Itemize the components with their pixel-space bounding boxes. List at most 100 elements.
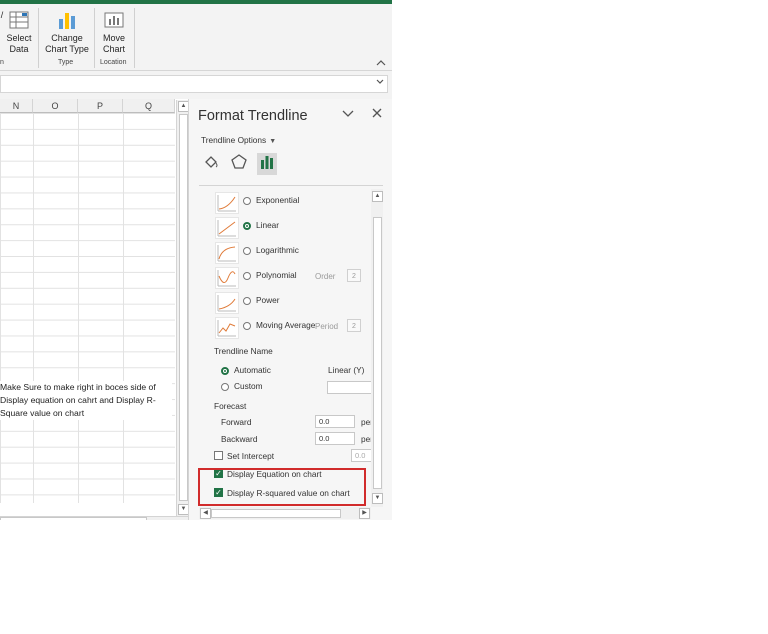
excel-window: / Select Data n Change Chart Type Type M… <box>0 0 392 520</box>
radio-name-automatic[interactable] <box>221 367 229 375</box>
trendline-type-power[interactable]: Power <box>199 292 373 314</box>
backward-input[interactable]: 0.0 <box>315 432 355 445</box>
effects-tab-icon[interactable] <box>229 153 249 175</box>
trendline-type-exponential[interactable]: Exponential <box>199 192 373 214</box>
formula-input[interactable] <box>0 75 388 93</box>
chevron-down-icon[interactable] <box>342 107 354 121</box>
radio-moving-average[interactable] <box>243 322 251 330</box>
backward-label: Backward <box>221 434 258 444</box>
location-group-label: Location <box>100 59 127 66</box>
collapse-ribbon-icon[interactable] <box>376 58 386 68</box>
scrollbar-thumb[interactable] <box>179 114 188 501</box>
radio-name-custom[interactable] <box>221 383 229 391</box>
order-spinner[interactable]: 2 <box>347 269 361 282</box>
set-intercept-checkbox[interactable] <box>214 451 223 460</box>
data-group-label-cut: n <box>0 59 4 66</box>
note-line: Square value on chart <box>0 408 85 418</box>
select-data-label-2: Data <box>9 44 29 54</box>
label-power: Power <box>256 295 280 305</box>
period-spinner[interactable]: 2 <box>347 319 361 332</box>
move-chart-icon <box>103 10 125 30</box>
select-data-button[interactable]: Select Data <box>4 10 34 55</box>
highlight-box <box>198 468 366 506</box>
sheet-horizontal-scrollbar[interactable] <box>0 516 188 520</box>
trendline-options-tab-icon[interactable] <box>257 153 277 175</box>
change-chart-type-label-2: Chart Type <box>45 44 89 54</box>
trendline-name-heading: Trendline Name <box>214 346 273 356</box>
intercept-input[interactable]: 0.0 <box>351 449 373 462</box>
column-header-q[interactable]: Q <box>123 99 175 113</box>
radio-polynomial[interactable] <box>243 272 251 280</box>
set-intercept-label: Set Intercept <box>227 451 275 461</box>
custom-label: Custom <box>234 381 263 391</box>
scroll-right-arrow-icon[interactable]: ▶ <box>359 508 370 519</box>
logarithmic-icon <box>215 242 239 264</box>
grid-line <box>123 113 124 503</box>
grid-line <box>33 113 34 503</box>
label-moving-average: Moving Average <box>256 320 316 330</box>
order-label: Order <box>315 272 336 281</box>
trendline-type-logarithmic[interactable]: Logarithmic <box>199 242 373 264</box>
linear-icon <box>215 217 239 239</box>
select-data-label-1: Select <box>6 33 32 43</box>
pane-tab-strip <box>201 153 381 177</box>
trendline-type-linear[interactable]: Linear <box>199 217 373 239</box>
scroll-up-arrow-icon[interactable]: ▲ <box>372 191 383 202</box>
instruction-note: Make Sure to make right in boces side of… <box>0 381 172 420</box>
pane-vertical-scrollbar[interactable]: ▲ ▼ <box>371 189 383 507</box>
custom-name-input[interactable] <box>327 381 373 394</box>
radio-linear[interactable] <box>243 222 251 230</box>
close-icon[interactable] <box>372 106 382 121</box>
exponential-icon <box>215 192 239 214</box>
move-chart-label-1: Move <box>102 33 125 43</box>
label-linear: Linear <box>256 220 280 230</box>
forecast-heading: Forecast <box>214 401 247 411</box>
cell-grid[interactable] <box>0 113 175 503</box>
power-icon <box>215 292 239 314</box>
pane-title: Format Trendline <box>198 108 308 124</box>
move-chart-button[interactable]: Move Chart <box>98 10 130 55</box>
scrollbar-thumb[interactable] <box>373 217 382 489</box>
radio-power[interactable] <box>243 297 251 305</box>
group-separator <box>94 8 95 68</box>
grid-line <box>78 113 79 503</box>
scrollbar-thumb[interactable] <box>211 509 341 518</box>
pane-horizontal-scrollbar[interactable]: ◀ ▶ <box>199 507 371 519</box>
label-logarithmic: Logarithmic <box>256 245 299 255</box>
column-header-n[interactable]: N <box>0 99 33 113</box>
group-separator <box>134 8 135 68</box>
pane-divider <box>199 185 383 186</box>
formula-bar <box>0 71 392 99</box>
automatic-label: Automatic <box>234 365 271 375</box>
period-label: Period <box>315 322 339 331</box>
radio-exponential[interactable] <box>243 197 251 205</box>
change-chart-type-icon <box>56 10 78 30</box>
ribbon: / Select Data n Change Chart Type Type M… <box>0 4 392 71</box>
select-data-icon <box>8 10 30 30</box>
chevron-down-icon[interactable] <box>376 77 384 87</box>
trendline-type-moving-average[interactable]: Moving Average Period 2 <box>199 317 373 339</box>
change-chart-type-button[interactable]: Change Chart Type <box>44 10 90 55</box>
move-chart-label-2: Chart <box>102 44 125 54</box>
scroll-left-arrow-icon[interactable]: ◀ <box>200 508 211 519</box>
trendline-options-label: Trendline Options <box>201 135 267 145</box>
scroll-down-arrow-icon[interactable]: ▼ <box>372 493 383 504</box>
radio-logarithmic[interactable] <box>243 247 251 255</box>
column-header-p[interactable]: P <box>78 99 123 113</box>
label-polynomial: Polynomial <box>256 270 297 280</box>
column-header-o[interactable]: O <box>33 99 78 113</box>
forward-input[interactable]: 0.0 <box>315 415 355 428</box>
automatic-name-value: Linear (Y) <box>328 365 365 375</box>
worksheet-grid[interactable]: N O P Q Make Sure to make right in boces… <box>0 99 177 517</box>
forward-label: Forward <box>221 417 252 427</box>
moving-average-icon <box>215 317 239 339</box>
change-chart-type-label-1: Change <box>51 33 83 43</box>
trendline-options-dropdown[interactable]: Trendline Options ▼ <box>201 135 276 145</box>
group-separator <box>38 8 39 68</box>
polynomial-icon <box>215 267 239 289</box>
trendline-type-polynomial[interactable]: Polynomial Order 2 <box>199 267 373 289</box>
note-line: Make Sure to make right in boces side of <box>0 382 156 392</box>
note-line: Display equation on cahrt and Display R- <box>0 395 156 405</box>
scrollbar-thumb[interactable] <box>0 517 147 520</box>
fill-line-tab-icon[interactable] <box>201 153 221 175</box>
